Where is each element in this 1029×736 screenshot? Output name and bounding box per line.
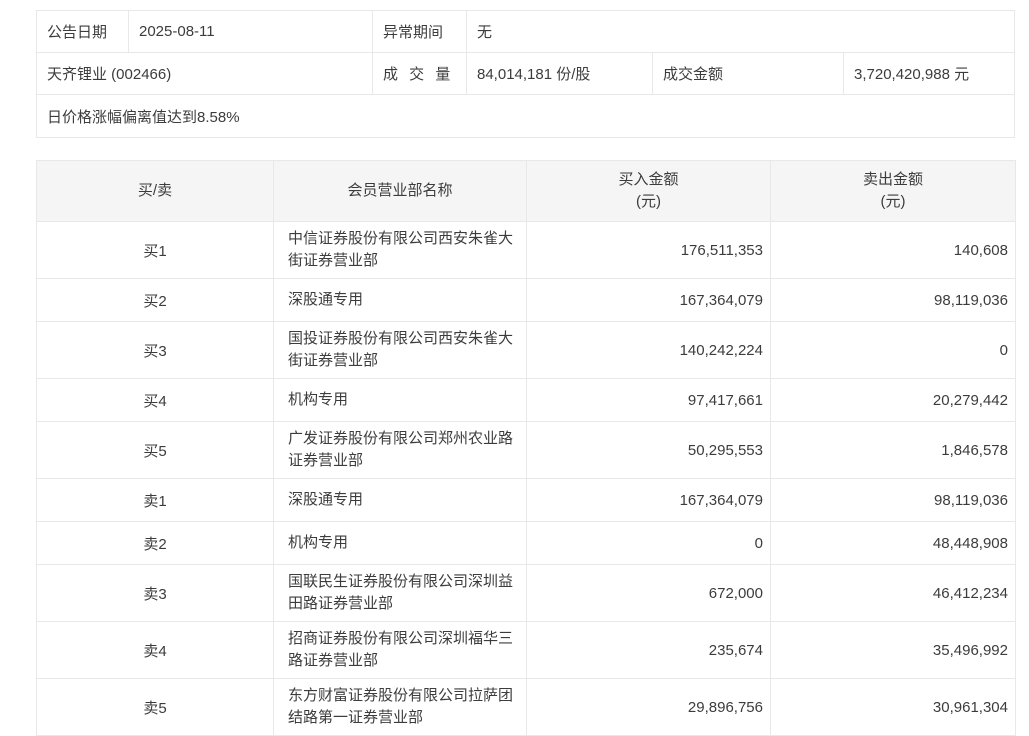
info-panel: 公告日期 2025-08-11 异常期间 无 天齐锂业 (002466) 成 交… [36,10,1015,138]
sell-amount-cell: 30,961,304 [770,678,1016,736]
branch-cell: 国联民生证券股份有限公司深圳益田路证券营业部 [273,564,527,622]
buy-amount-cell: 0 [526,521,771,565]
info-row-stock: 天齐锂业 (002466) 成 交 量 84,014,181 份/股 成交金额 … [37,53,1014,95]
table-row: 买4 机构专用 97,417,661 20,279,442 [36,378,1016,422]
buy-amount-cell: 50,295,553 [526,421,771,479]
sell-amount-cell: 35,496,992 [770,621,1016,679]
branch-cell: 机构专用 [273,521,527,565]
side-cell: 卖1 [36,478,274,522]
header-sell-amount-line1: 卖出金额 [862,171,923,188]
header-sell-amount: 卖出金额 (元) [770,160,1016,222]
sell-amount-cell: 46,412,234 [770,564,1016,622]
branch-cell: 机构专用 [273,378,527,422]
side-cell: 买4 [36,378,274,422]
branch-cell: 广发证券股份有限公司郑州农业路证券营业部 [273,421,527,479]
info-row-reason: 日价格涨幅偏离值达到8.58% [37,95,1014,137]
turnover-label: 成交金额 [653,53,844,94]
buy-amount-cell: 672,000 [526,564,771,622]
table-row: 卖2 机构专用 0 48,448,908 [36,521,1016,565]
stock-name: 天齐锂业 (002466) [37,53,373,94]
table-row: 卖3 国联民生证券股份有限公司深圳益田路证券营业部 672,000 46,412… [36,564,1016,622]
buy-amount-cell: 167,364,079 [526,278,771,322]
header-branch: 会员营业部名称 [273,160,527,222]
buy-amount-cell: 176,511,353 [526,221,771,279]
table-row: 买5 广发证券股份有限公司郑州农业路证券营业部 50,295,553 1,846… [36,421,1016,479]
side-cell: 卖2 [36,521,274,565]
branch-cell: 国投证券股份有限公司西安朱雀大街证券营业部 [273,321,527,379]
deviation-reason: 日价格涨幅偏离值达到8.58% [47,108,240,126]
sell-amount-cell: 98,119,036 [770,278,1016,322]
side-cell: 买1 [36,221,274,279]
buy-amount-cell: 29,896,756 [526,678,771,736]
side-cell: 卖5 [36,678,274,736]
header-sell-amount-line2: (元) [880,193,906,210]
announce-date-label: 公告日期 [37,11,129,52]
table-row: 卖1 深股通专用 167,364,079 98,119,036 [36,478,1016,522]
side-cell: 卖3 [36,564,274,622]
header-buy-amount-line1: 买入金额 [618,171,679,188]
sell-amount-cell: 0 [770,321,1016,379]
header-buy-amount: 买入金额 (元) [526,160,771,222]
side-cell: 买5 [36,421,274,479]
buy-amount-cell: 167,364,079 [526,478,771,522]
volume-label: 成 交 量 [373,53,467,94]
turnover-value: 3,720,420,988 元 [854,66,970,83]
sell-amount-cell: 140,608 [770,221,1016,279]
abnormal-period-label: 异常期间 [373,11,467,52]
buy-amount-cell: 97,417,661 [526,378,771,422]
page: 公告日期 2025-08-11 异常期间 无 天齐锂业 (002466) 成 交… [0,0,1029,736]
table-row: 买1 中信证券股份有限公司西安朱雀大街证券营业部 176,511,353 140… [36,221,1016,279]
volume-value: 84,014,181 份/股 [467,53,653,94]
sell-amount-cell: 98,119,036 [770,478,1016,522]
info-row-date: 公告日期 2025-08-11 异常期间 无 [37,11,1014,53]
side-cell: 买3 [36,321,274,379]
buy-amount-cell: 140,242,224 [526,321,771,379]
sell-amount-cell: 48,448,908 [770,521,1016,565]
table-row: 卖5 东方财富证券股份有限公司拉萨团结路第一证券营业部 29,896,756 3… [36,678,1016,736]
table-row: 卖4 招商证券股份有限公司深圳福华三路证券营业部 235,674 35,496,… [36,621,1016,679]
abnormal-period-value: 无 [477,24,493,41]
announce-date-value: 2025-08-11 [129,11,373,52]
branch-cell: 深股通专用 [273,278,527,322]
sell-amount-cell: 1,846,578 [770,421,1016,479]
header-buy-amount-line2: (元) [636,193,661,210]
header-side: 买/卖 [36,160,274,222]
trades-table: 买/卖 会员营业部名称 买入金额 (元) 卖出金额 (元) 买1 中信证券股份有… [36,160,1016,736]
branch-cell: 东方财富证券股份有限公司拉萨团结路第一证券营业部 [273,678,527,736]
branch-cell: 中信证券股份有限公司西安朱雀大街证券营业部 [273,221,527,279]
branch-cell: 深股通专用 [273,478,527,522]
table-header-row: 买/卖 会员营业部名称 买入金额 (元) 卖出金额 (元) [36,160,1016,222]
buy-amount-cell: 235,674 [526,621,771,679]
side-cell: 卖4 [36,621,274,679]
side-cell: 买2 [36,278,274,322]
table-row: 买3 国投证券股份有限公司西安朱雀大街证券营业部 140,242,224 0 [36,321,1016,379]
branch-cell: 招商证券股份有限公司深圳福华三路证券营业部 [273,621,527,679]
sell-amount-cell: 20,279,442 [770,378,1016,422]
table-row: 买2 深股通专用 167,364,079 98,119,036 [36,278,1016,322]
